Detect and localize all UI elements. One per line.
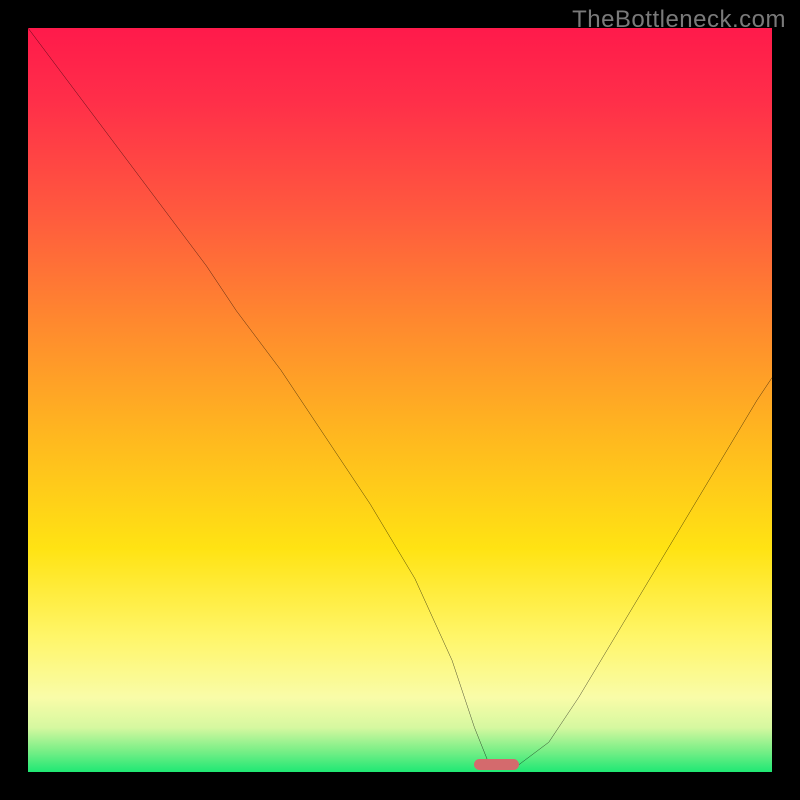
plot-area [28,28,772,772]
watermark-text: TheBottleneck.com [572,6,786,34]
chart-frame: TheBottleneck.com [0,0,800,800]
bottleneck-curve [28,28,772,772]
optimal-marker [474,759,519,771]
curve-path [28,28,772,765]
